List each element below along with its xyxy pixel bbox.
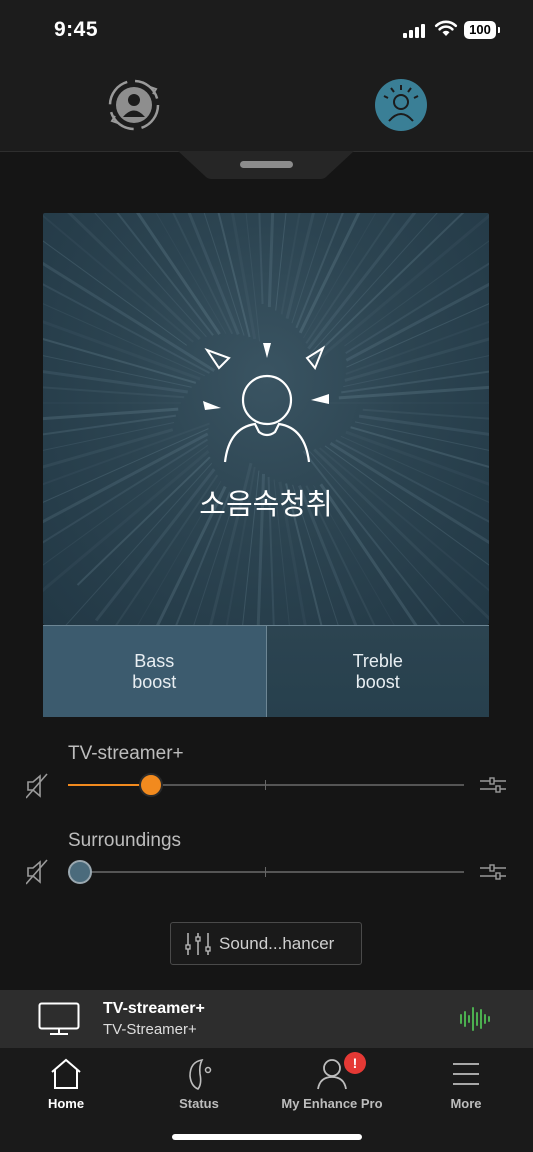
ray-line (67, 213, 201, 341)
cellular-signal-icon (403, 24, 429, 38)
ray-line (345, 282, 489, 362)
ray-line (43, 303, 205, 377)
drawer-handle[interactable] (240, 161, 293, 168)
ray-line (275, 213, 287, 311)
slider-tick (265, 780, 266, 790)
ray-line (310, 213, 489, 366)
now-playing-title: TV-streamer+ (103, 1000, 205, 1017)
slider-tick (265, 867, 266, 877)
sync-profile-icon[interactable] (106, 77, 162, 133)
nav-status[interactable]: Status (139, 1058, 259, 1111)
notification-badge: ! (344, 1052, 366, 1074)
adjust-icon[interactable] (480, 864, 506, 880)
menu-icon (453, 1063, 479, 1085)
program-card[interactable]: 소음속청취 (43, 213, 489, 625)
noise-listener-icon (203, 343, 329, 463)
surroundings-slider-label: Surroundings (68, 830, 182, 851)
home-indicator[interactable] (172, 1134, 362, 1140)
tab-bass-boost[interactable]: Bass boost (43, 625, 267, 717)
tab-bass-label-line1: Bass (134, 650, 175, 671)
now-playing-bar[interactable]: TV-streamer+ TV-Streamer+ (0, 990, 533, 1048)
mute-icon[interactable] (26, 858, 48, 886)
now-playing-subtitle: TV-Streamer+ (103, 1021, 197, 1038)
ray-line (341, 370, 489, 394)
sound-enhancer-button[interactable]: Sound...hancer (170, 922, 362, 965)
mute-icon[interactable] (26, 772, 48, 800)
tv-slider-label: TV-streamer+ (68, 743, 184, 764)
sound-enhancer-label: Sound...hancer (219, 933, 335, 953)
ray-line (94, 213, 207, 338)
ray-line (245, 213, 261, 342)
ray-line (116, 213, 214, 336)
battery-icon: 100 (464, 21, 500, 39)
tab-treble-boost[interactable]: Treble boost (266, 625, 489, 717)
ray-line (345, 262, 489, 355)
ray-line (43, 407, 179, 421)
listener-profile-icon[interactable] (373, 77, 429, 133)
nav-my-enhance-pro-label: My Enhance Pro (281, 1096, 383, 1111)
status-time: 9:45 (54, 18, 99, 41)
nav-more[interactable]: More (406, 1058, 526, 1111)
nav-my-enhance-pro[interactable]: ! My Enhance Pro (272, 1052, 392, 1111)
boost-tabs: Bass boost Treble boost (43, 625, 489, 717)
home-icon (51, 1058, 81, 1089)
tab-treble-label-line1: Treble (352, 650, 403, 671)
tab-bass-label-line2: boost (132, 671, 177, 692)
nav-status-label: Status (179, 1096, 219, 1111)
equalizer-icon (185, 932, 211, 955)
tab-treble-label-line2: boost (355, 671, 400, 692)
surroundings-slider-thumb[interactable] (67, 860, 92, 884)
ray-line (267, 213, 275, 308)
hearing-aid-icon (189, 1058, 212, 1090)
nav-home[interactable]: Home (6, 1058, 126, 1111)
tv-icon (38, 1002, 80, 1035)
nav-more-label: More (450, 1096, 482, 1111)
nav-home-label: Home (47, 1096, 85, 1111)
status-bar: 9:45 100 (0, 0, 533, 60)
tv-volume-slider[interactable] (68, 780, 464, 790)
tv-slider-thumb[interactable] (139, 773, 164, 797)
ray-line (362, 408, 489, 420)
audio-wave-icon (460, 1007, 490, 1031)
ray-line (258, 213, 264, 305)
ray-line (310, 213, 465, 360)
wifi-icon (434, 20, 458, 36)
header (0, 60, 533, 152)
adjust-icon[interactable] (480, 777, 506, 793)
program-title: 소음속청취 (199, 487, 333, 521)
surroundings-volume-slider[interactable] (68, 867, 464, 877)
